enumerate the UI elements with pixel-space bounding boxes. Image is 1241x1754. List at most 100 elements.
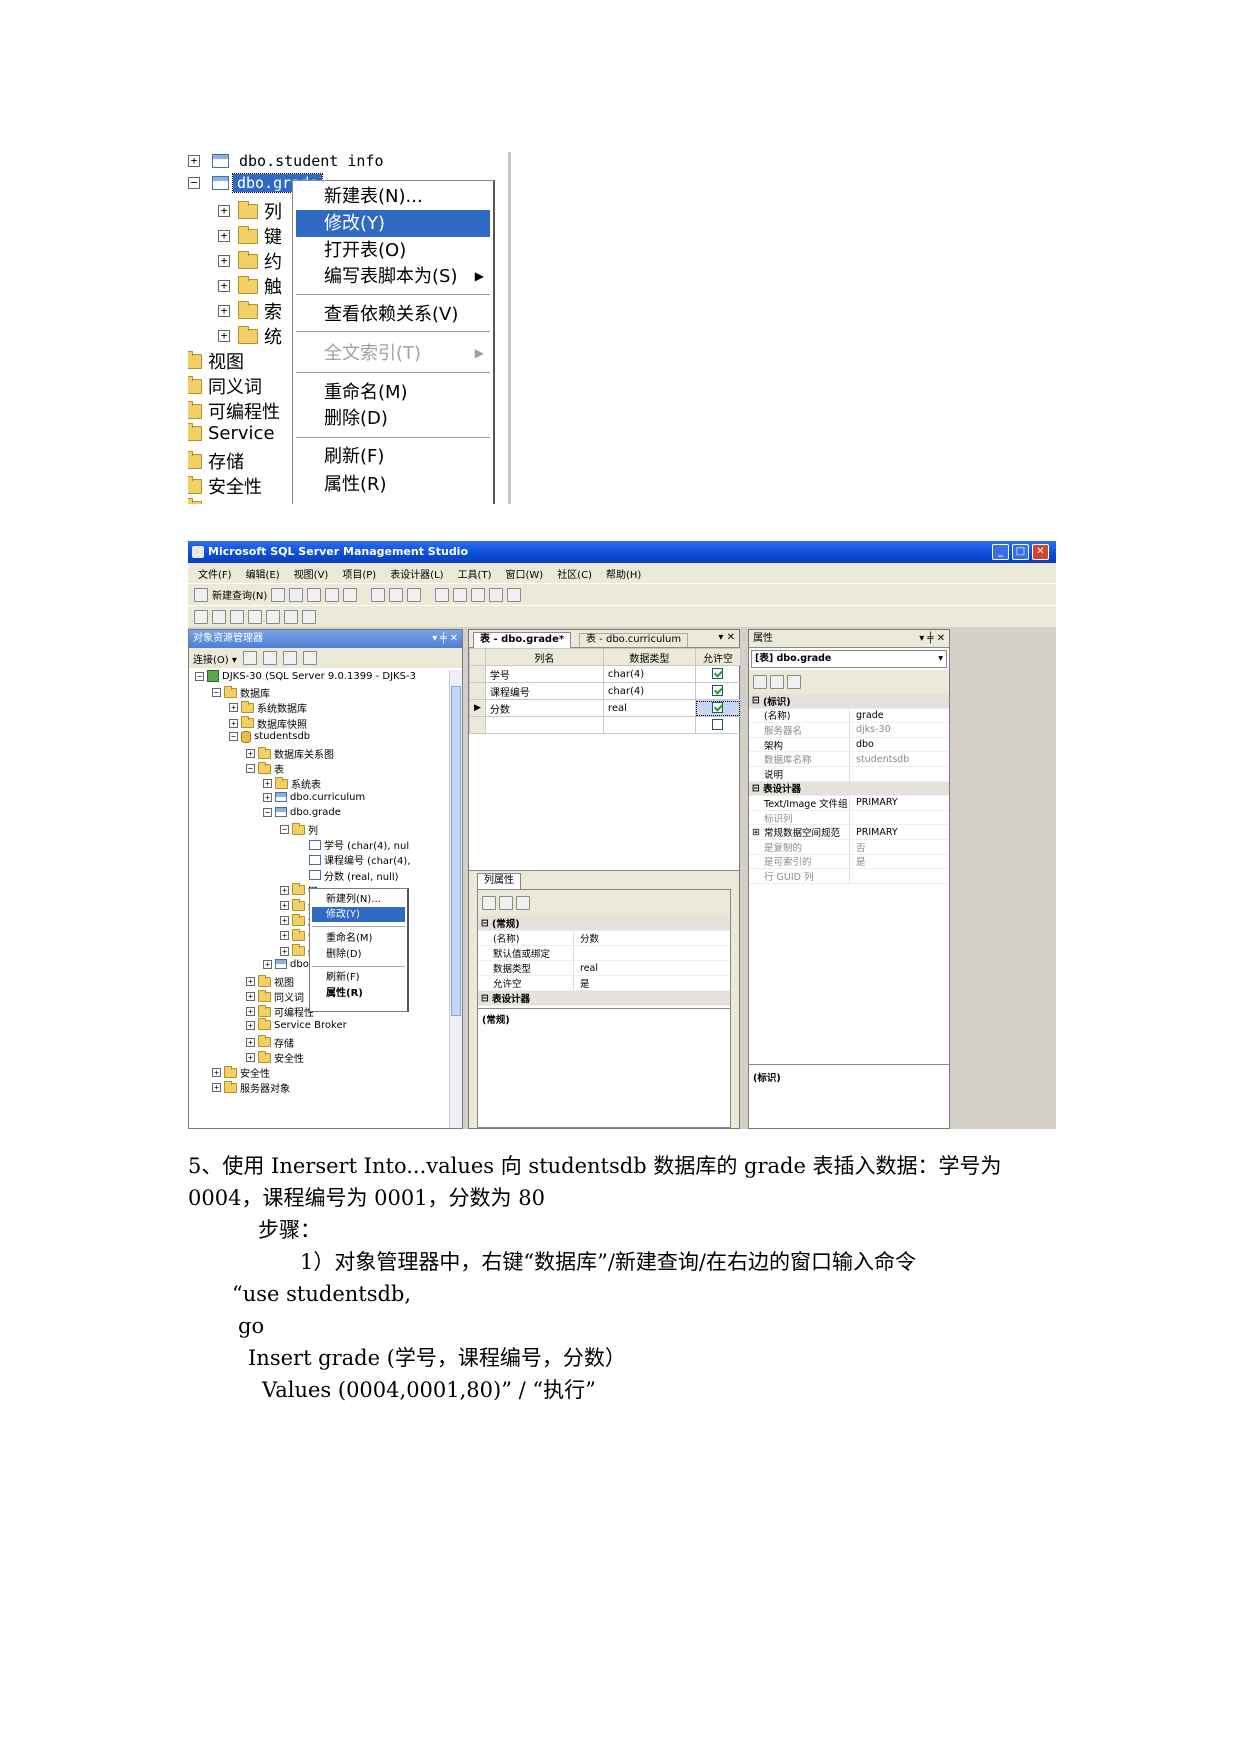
tree-node-folder[interactable]: 同义词 [188,373,262,399]
menu-item[interactable]: 帮助(H) [606,566,641,581]
sort-az-icon[interactable] [770,675,784,689]
category-table-designer[interactable]: ⊟ 表设计器 [478,991,730,1006]
menu-properties[interactable]: 属性(R) [312,986,405,1001]
table-row[interactable]: ▶ 分数 real [469,699,742,717]
menu-open-table[interactable]: 打开表(O) [296,237,490,264]
tree-node-sub[interactable]: + 列 [218,198,282,224]
tree-node[interactable]: + 存储 [246,1035,294,1050]
property-row[interactable]: 是复制的 否 [749,840,949,855]
tree-node[interactable]: 分数 (real, null) [297,868,399,883]
prop-value[interactable]: 是 [573,976,590,990]
expand-icon[interactable]: + [263,792,272,802]
property-row[interactable]: 标识列 [749,810,949,826]
tree-node-folder[interactable]: 安全性 [188,473,262,499]
tree-node[interactable]: − dbo.grade [263,807,341,818]
tree-node-sub[interactable]: + 触 [218,273,282,299]
tree-node-folder[interactable]: 存储 [188,448,244,474]
property-pages-icon[interactable] [787,675,801,689]
allow-null-checkbox[interactable] [712,685,724,697]
property-row[interactable]: 服务器名 djks-30 [749,723,949,738]
collapse-icon[interactable]: − [212,688,221,698]
tree-node-folder[interactable]: Service [188,423,275,444]
menu-script-as[interactable]: 编写表脚本为(S) ▶ [296,263,490,290]
tree-node[interactable]: + 数据库快照 [229,716,307,731]
table-row-new[interactable] [469,716,742,734]
tab-controls[interactable]: ▾ ✕ [718,632,735,643]
menu-delete[interactable]: 删除(D) [296,405,490,432]
menu-delete[interactable]: 删除(D) [312,947,405,962]
prop-value[interactable]: 是 [849,854,866,868]
minimize-button[interactable]: _ [992,544,1009,560]
tree-node[interactable]: + 系统表 [263,776,321,791]
toolbar-icon[interactable] [307,587,322,602]
tab-grade[interactable]: 表 - dbo.grade* [473,632,572,648]
prop-row[interactable]: 默认值或绑定 [478,946,730,961]
menu-item[interactable]: 项目(P) [342,566,376,581]
prop-row[interactable]: 允许空 是 [478,976,730,991]
tree-node[interactable]: + 系统数据库 [229,700,307,715]
expand-icon[interactable]: + [263,779,272,789]
menu-item[interactable]: 窗口(W) [505,566,543,581]
panel-pin-close[interactable]: ▾ ╪ ✕ [919,630,945,648]
toolbar-icon[interactable] [453,587,468,602]
menu-item[interactable]: 编辑(E) [246,566,280,581]
tree-node[interactable]: + 可编程性 [246,1004,314,1019]
tree-node-sub[interactable]: + 统 [218,323,282,349]
tree-node[interactable]: − 列 [280,822,318,837]
toolbar-icon[interactable] [194,609,208,624]
expand-icon[interactable]: + [212,1068,221,1078]
tree-node[interactable]: − 表 [246,761,284,776]
tree-node-folder[interactable]: 视图 [188,348,244,374]
expand-icon[interactable]: + [280,885,289,895]
prop-row[interactable]: (名称) 分数 [478,931,730,946]
toolbar-icon[interactable] [248,609,262,624]
expand-icon[interactable]: + [246,1037,255,1047]
cell-column-name[interactable]: 分数 [484,699,604,717]
menu-rename[interactable]: 重命名(M) [296,379,490,406]
expand-icon[interactable]: + [218,305,230,317]
toolbar-icon[interactable] [471,587,486,602]
expand-icon[interactable]: + [218,330,230,342]
prop-value[interactable]: PRIMARY [849,825,898,839]
scroll-thumb[interactable] [451,686,461,1016]
maximize-button[interactable]: □ [1012,544,1029,560]
filter-icon[interactable] [302,651,317,665]
collapse-icon[interactable]: ⊟ [749,783,760,794]
menu-properties[interactable]: 属性(R) [296,471,490,498]
expand-icon[interactable]: + [246,1020,255,1030]
collapse-icon[interactable]: − [188,177,200,189]
prop-value[interactable]: 分数 [573,931,599,945]
prop-value[interactable] [849,810,856,825]
tree-node[interactable]: − studentsdb [229,730,310,743]
tree-node[interactable]: + 视图 [246,974,294,989]
object-selector[interactable]: [表] dbo.grade ▾ [751,650,947,668]
tab-column-properties[interactable]: 列属性 [477,873,521,889]
connect-button[interactable]: 连接(O) ▾ [193,651,237,666]
refresh-icon[interactable] [282,651,297,665]
property-row[interactable]: (名称) grade [749,708,949,724]
row-selector[interactable] [469,665,486,683]
explorer-scrollbar[interactable] [449,670,462,1128]
expand-icon[interactable]: + [212,1083,221,1093]
collapse-icon[interactable]: − [246,764,255,774]
cell-column-name[interactable]: 课程编号 [484,682,604,700]
menu-item[interactable]: 社区(C) [557,566,592,581]
property-row[interactable]: Text/Image 文件组 PRIMARY [749,796,949,811]
menu-item[interactable]: 工具(T) [458,566,492,581]
prop-value[interactable] [573,946,580,960]
toolbar-icon[interactable] [230,609,244,624]
cell-data-type[interactable]: char(4) [602,665,696,683]
tree-node[interactable]: + 安全性 [212,1065,270,1080]
expand-icon[interactable]: + [246,992,255,1002]
collapse-icon[interactable]: ⊟ [749,695,760,706]
expand-icon[interactable]: + [246,1007,255,1017]
prop-value[interactable]: studentsdb [849,752,909,766]
property-category[interactable]: ⊟ (标识) [749,694,949,709]
tree-node-sub[interactable]: + 约 [218,248,282,274]
expand-icon[interactable]: + [229,718,238,728]
property-pages-icon[interactable] [516,896,530,910]
property-row[interactable]: ⊞ 常规数据空间规范 PRIMARY [749,825,949,840]
collapse-icon[interactable]: − [263,807,272,817]
tree-node-folder[interactable]: … [188,498,226,504]
allow-null-checkbox[interactable] [712,702,724,714]
